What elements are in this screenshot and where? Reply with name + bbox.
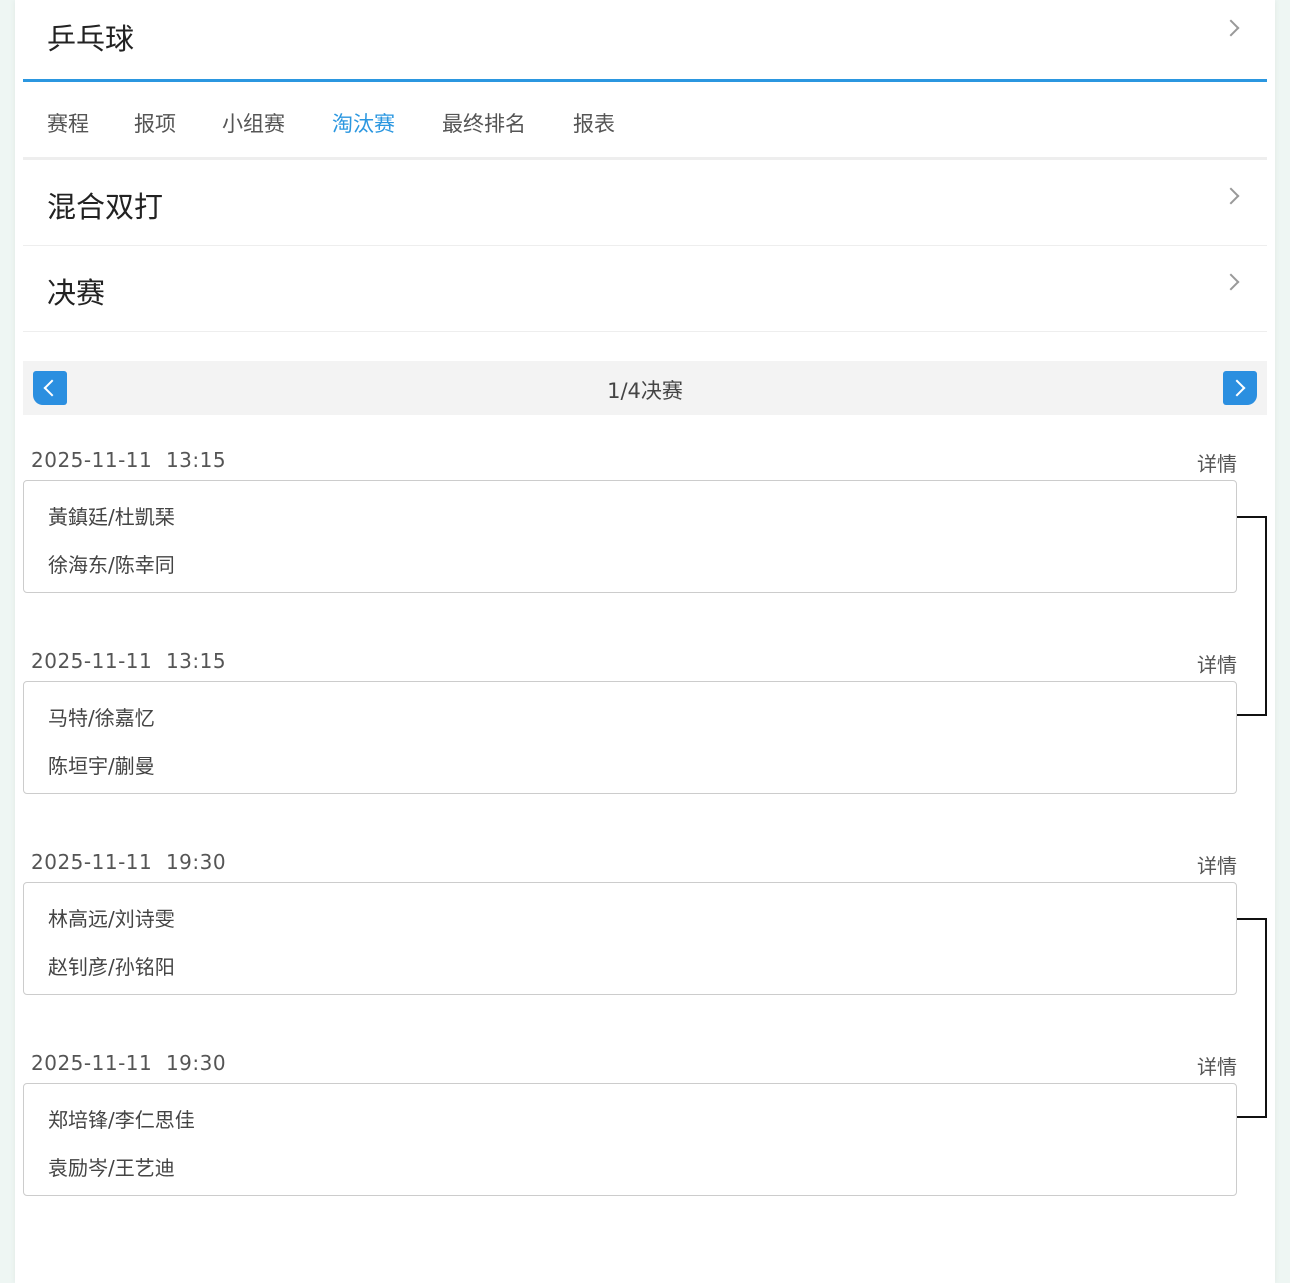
match-box[interactable]: 郑培锋/李仁思佳 袁励岑/王艺迪 [23,1083,1237,1196]
team-1: 郑培锋/李仁思佳 [48,1108,195,1132]
match-box[interactable]: 黃鎮廷/杜凱琹 徐海东/陈幸同 [23,480,1237,593]
round-title: 1/4决赛 [607,379,683,403]
match-box[interactable]: 马特/徐嘉忆 陈垣宇/蒯曼 [23,681,1237,794]
page: 乒乓球 赛程 报项 小组赛 淘汰赛 最终排名 报表 混合双打 决赛 1/4决赛 [15,0,1275,1283]
content: 乒乓球 赛程 报项 小组赛 淘汰赛 最终排名 报表 混合双打 决赛 1/4决赛 [23,0,1267,1196]
next-round-button[interactable] [1223,371,1257,405]
team-2: 徐海东/陈幸同 [48,553,175,577]
team-1: 马特/徐嘉忆 [48,706,155,730]
match-box[interactable]: 林高远/刘诗雯 赵钊彦/孙铭阳 [23,882,1237,995]
chevron-right-icon [1228,379,1246,397]
event-selector[interactable]: 混合双打 [23,160,1267,246]
tab-reports[interactable]: 报表 [573,108,615,138]
stage-selector[interactable]: 决赛 [23,246,1267,332]
match-detail-link[interactable]: 详情 [1197,850,1237,879]
tab-registration[interactable]: 报项 [134,108,176,138]
team-1: 黃鎮廷/杜凱琹 [48,505,175,529]
tab-knockout[interactable]: 淘汰赛 [332,108,395,138]
match-detail-link[interactable]: 详情 [1197,1051,1237,1080]
tab-bar: 赛程 报项 小组赛 淘汰赛 最终排名 报表 [23,82,1267,160]
sport-header[interactable]: 乒乓球 [23,0,1267,82]
tab-schedule[interactable]: 赛程 [47,108,89,138]
team-1: 林高远/刘诗雯 [48,907,175,931]
match-card: 2025-11-11 19:30 详情 林高远/刘诗雯 赵钊彦/孙铭阳 [23,850,1267,1010]
chevron-right-icon [1222,19,1240,37]
event-name: 混合双打 [47,190,164,224]
chevron-right-icon [1222,187,1240,205]
bracket-connector [1237,918,1267,1118]
match-detail-link[interactable]: 详情 [1197,448,1237,477]
chevron-right-icon [1222,273,1240,291]
team-2: 赵钊彦/孙铭阳 [48,955,175,979]
match-time: 2025-11-11 13:15 [31,448,227,472]
team-2: 陈垣宇/蒯曼 [48,754,155,778]
match-card: 2025-11-11 13:15 详情 黃鎮廷/杜凱琹 徐海东/陈幸同 [23,448,1267,608]
match-time: 2025-11-11 19:30 [31,850,227,874]
tab-group-stage[interactable]: 小组赛 [222,108,285,138]
bracket-connector [1237,516,1267,716]
match-time: 2025-11-11 19:30 [31,1051,227,1075]
match-detail-link[interactable]: 详情 [1197,649,1237,678]
round-navigator: 1/4决赛 [23,361,1267,415]
match-time: 2025-11-11 13:15 [31,649,227,673]
sport-title: 乒乓球 [47,22,135,56]
stage-name: 决赛 [47,276,106,310]
match-card: 2025-11-11 19:30 详情 郑培锋/李仁思佳 袁励岑/王艺迪 [23,1051,1267,1211]
team-2: 袁励岑/王艺迪 [48,1156,175,1180]
match-card: 2025-11-11 13:15 详情 马特/徐嘉忆 陈垣宇/蒯曼 [23,649,1267,809]
tab-final-ranking[interactable]: 最终排名 [442,108,526,138]
